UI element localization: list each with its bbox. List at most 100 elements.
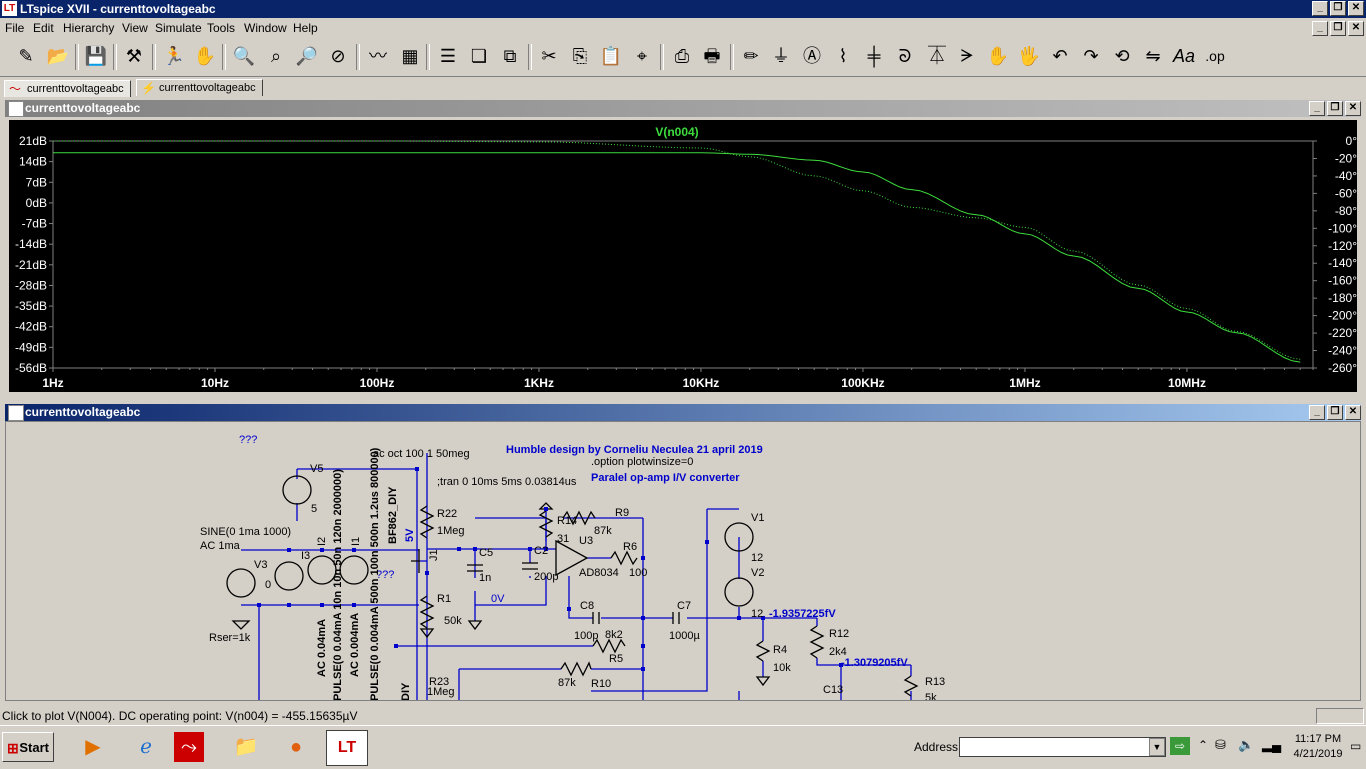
redo-icon[interactable]: ↷ xyxy=(1079,44,1103,68)
schematic-label[interactable]: V5 xyxy=(310,463,323,475)
schematic-label[interactable]: C7 xyxy=(677,600,691,612)
schematic-vertical-label[interactable]: PULSE(0 0.04mA 10n 10n 50n 120n 2000000) xyxy=(332,469,344,701)
schematic-vertical-label[interactable]: AC 0.04mA xyxy=(316,619,328,677)
schematic-label[interactable]: 87k xyxy=(558,677,576,689)
drag-icon[interactable]: 🖐 xyxy=(1017,44,1041,68)
mirror-icon[interactable]: ⇋ xyxy=(1141,44,1165,68)
schematic-label[interactable]: 8k2 xyxy=(605,629,623,641)
zoom-fit-icon[interactable]: ⊘ xyxy=(326,44,350,68)
mdi-minimize-button[interactable]: _ xyxy=(1312,21,1328,36)
menu-help[interactable]: Help xyxy=(293,21,318,35)
schematic-label[interactable]: ??? xyxy=(239,434,257,446)
schematic-label[interactable]: R13 xyxy=(925,676,945,688)
schematic-label[interactable]: Rser=1k xyxy=(209,632,251,644)
schematic-label[interactable]: C8 xyxy=(580,600,594,612)
schematic-vertical-label[interactable]: I1 xyxy=(350,537,362,546)
control-panel-icon[interactable]: ⚒ xyxy=(122,44,146,68)
schematic-label[interactable]: 0 xyxy=(265,579,271,591)
zoom-pan-icon[interactable]: ⌕ xyxy=(264,44,288,68)
menu-hierarchy[interactable]: Hierarchy xyxy=(63,21,114,35)
plot-minimize-button[interactable]: _ xyxy=(1309,101,1325,116)
schematic-label[interactable]: ac oct 100 1 50meg xyxy=(373,448,470,460)
inductor-icon[interactable]: ᘐ xyxy=(893,44,917,68)
schematic-label[interactable]: C5 xyxy=(479,547,493,559)
schematic-label[interactable]: SINE(0 1ma 1000) xyxy=(200,526,291,538)
zoom-out-icon[interactable]: 🔎 xyxy=(295,44,319,68)
plot-close-button[interactable]: ✕ xyxy=(1345,101,1361,116)
schematic-label[interactable]: V3 xyxy=(254,559,267,571)
schematic-label[interactable]: 100p xyxy=(574,630,598,642)
bode-plot[interactable]: 21dB 14dB 7dB 0dB -7dB -14dB -21dB -28dB -35dB -4… xyxy=(9,120,1357,392)
draw-wire-icon[interactable]: ✏ xyxy=(739,44,763,68)
copy-icon[interactable]: ⎘ xyxy=(568,44,592,68)
schematic-label[interactable]: I3 xyxy=(301,550,310,562)
ie-icon[interactable]: ℯ xyxy=(128,730,164,764)
schematic-label[interactable]: R9 xyxy=(615,507,629,519)
schematic-label[interactable]: C13 xyxy=(823,684,843,696)
menu-view[interactable]: View xyxy=(122,21,148,35)
notification-icon[interactable]: ▭ xyxy=(1350,739,1361,753)
tab-waveform[interactable]: 〜 currenttovoltageabc xyxy=(4,80,131,97)
schematic-label[interactable]: 1000µ xyxy=(669,630,700,642)
minimize-button[interactable]: _ xyxy=(1312,1,1328,16)
media-player-icon[interactable]: ▶ xyxy=(75,730,111,764)
run-icon[interactable]: 🏃 xyxy=(162,44,186,68)
trace-label[interactable]: V(n004) xyxy=(655,125,698,139)
ground-icon[interactable]: ⏚ xyxy=(769,44,793,68)
menu-window[interactable]: Window xyxy=(244,21,287,35)
volume-icon[interactable]: 🔈 xyxy=(1238,737,1254,753)
schematic-label[interactable]: R22 xyxy=(437,508,457,520)
schematic-label[interactable]: R14 xyxy=(557,515,577,527)
schematic-label[interactable]: -1.3079205fV xyxy=(841,657,908,669)
schematic-drawing[interactable]: ??? Humble design by Corneliu Neculea 21 … xyxy=(6,422,1361,701)
rotate-icon[interactable]: ⟲ xyxy=(1110,44,1134,68)
resistor-icon[interactable]: ⌇ xyxy=(831,44,855,68)
tile-icon[interactable]: ☰ xyxy=(436,44,460,68)
address-input[interactable] xyxy=(959,737,1166,757)
menu-edit[interactable]: Edit xyxy=(33,21,54,35)
schematic-label[interactable]: 100 xyxy=(629,567,647,579)
schematic-label[interactable]: V1 xyxy=(751,512,764,524)
schematic-label[interactable]: 1n xyxy=(479,572,491,584)
schematic-label[interactable]: U3 xyxy=(579,535,593,547)
print-preview-icon[interactable]: ⎙ xyxy=(670,44,694,68)
schematic-label[interactable]: R6 xyxy=(623,541,637,553)
schematic-label[interactable]: AD8034 xyxy=(579,567,619,579)
schematic-canvas[interactable]: ??? Humble design by Corneliu Neculea 21 … xyxy=(5,421,1361,701)
zoom-in-icon[interactable]: 🔍 xyxy=(232,44,256,68)
plot-restore-button[interactable]: ❐ xyxy=(1327,101,1343,116)
network-icon[interactable]: ▂▄ xyxy=(1262,737,1281,753)
schematic-vertical-label[interactable]: I2 xyxy=(316,537,328,546)
schematic-label[interactable]: 0V xyxy=(491,593,505,605)
schematic-label[interactable]: R12 xyxy=(829,628,849,640)
schematic-label[interactable]: R1 xyxy=(437,593,451,605)
clock[interactable]: 11:17 PM 4/21/2019 xyxy=(1290,732,1346,762)
halt-icon[interactable]: ✋ xyxy=(193,44,217,68)
schematic-close-button[interactable]: ✕ xyxy=(1345,405,1361,420)
close-button[interactable]: ✕ xyxy=(1348,1,1364,16)
restore-button[interactable]: ❐ xyxy=(1330,1,1346,16)
schematic-label[interactable]: Paralel op-amp I/V converter xyxy=(591,472,740,484)
diode-icon[interactable]: ⏄ xyxy=(925,44,949,68)
cascade-icon[interactable]: ❏ xyxy=(467,44,491,68)
safely-remove-icon[interactable]: ⛁ xyxy=(1215,737,1226,753)
schematic-label[interactable]: 200p xyxy=(534,571,558,583)
schematic-label[interactable]: R5 xyxy=(609,653,623,665)
move-icon[interactable]: ✋ xyxy=(986,44,1010,68)
mdi-restore-button[interactable]: ❐ xyxy=(1330,21,1346,36)
undo-icon[interactable]: ↶ xyxy=(1048,44,1072,68)
spice-directive-icon[interactable]: .op xyxy=(1203,44,1227,68)
schematic-label[interactable]: R4 xyxy=(773,644,787,656)
mdi-close-button[interactable]: ✕ xyxy=(1348,21,1364,36)
start-button[interactable]: ⊞ Start xyxy=(2,732,54,762)
schematic-label[interactable]: ;tran 0 10ms 5ms 0.03814us xyxy=(437,476,577,488)
schematic-label[interactable]: 12 xyxy=(751,552,763,564)
schematic-label[interactable]: C2 xyxy=(534,545,548,557)
print-icon[interactable]: 🖶 xyxy=(700,44,724,68)
schematic-vertical-label[interactable]: J1 xyxy=(428,549,440,561)
schematic-label[interactable]: Humble design by Corneliu Neculea 21 apr… xyxy=(506,444,763,456)
schematic-label[interactable]: 1Meg xyxy=(427,686,455,698)
schematic-minimize-button[interactable]: _ xyxy=(1309,405,1325,420)
capacitor-icon[interactable]: ╪ xyxy=(862,44,886,68)
schematic-vertical-label[interactable]: BF862_DIY xyxy=(387,486,399,544)
